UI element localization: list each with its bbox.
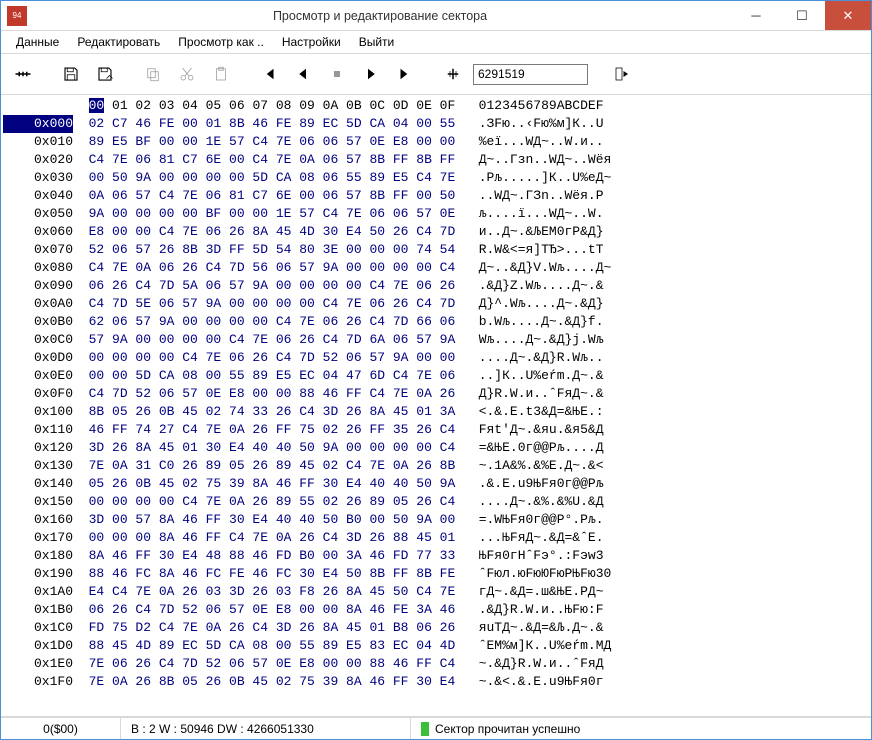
- goto-icon[interactable]: [439, 60, 467, 88]
- status-offset: 0($00): [1, 718, 121, 739]
- hex-row[interactable]: 0x130 7E 0A 31 C0 26 89 05 26 89 45 02 C…: [3, 457, 869, 475]
- save-icon[interactable]: [57, 60, 85, 88]
- titlebar: 94 Просмотр и редактирование сектора ─ ☐…: [1, 1, 871, 31]
- menu-edit[interactable]: Редактировать: [70, 33, 167, 51]
- minimize-button[interactable]: ─: [733, 1, 779, 30]
- exit-icon[interactable]: [608, 60, 636, 88]
- hex-row[interactable]: 0x180 8A 46 FF 30 E4 48 88 46 FD B0 00 3…: [3, 547, 869, 565]
- sector-input[interactable]: [473, 64, 588, 85]
- tool-button-1[interactable]: [9, 60, 37, 88]
- last-icon[interactable]: [391, 60, 419, 88]
- hex-row[interactable]: 0x060 E8 00 00 C4 7E 06 26 8A 45 4D 30 E…: [3, 223, 869, 241]
- prev-icon[interactable]: [289, 60, 317, 88]
- status-led-icon: [421, 722, 429, 736]
- toolbar: [1, 53, 871, 95]
- hex-row[interactable]: 0x1B0 06 26 C4 7D 52 06 57 0E E8 00 00 8…: [3, 601, 869, 619]
- maximize-button[interactable]: ☐: [779, 1, 825, 30]
- hex-row[interactable]: 0x070 52 06 57 26 8B 3D FF 5D 54 80 3E 0…: [3, 241, 869, 259]
- hex-view[interactable]: 00 01 02 03 04 05 06 07 08 09 0A 0B 0C 0…: [1, 95, 871, 717]
- paste-icon[interactable]: [207, 60, 235, 88]
- hex-row[interactable]: 0x0D0 00 00 00 00 C4 7E 06 26 C4 7D 52 0…: [3, 349, 869, 367]
- hex-row[interactable]: 0x080 C4 7E 0A 06 26 C4 7D 56 06 57 9A 0…: [3, 259, 869, 277]
- hex-row[interactable]: 0x020 C4 7E 06 81 C7 6E 00 C4 7E 0A 06 5…: [3, 151, 869, 169]
- statusbar: 0($00) B : 2 W : 50946 DW : 4266051330 С…: [1, 717, 871, 739]
- hex-row[interactable]: 0x0B0 62 06 57 9A 00 00 00 00 C4 7E 06 2…: [3, 313, 869, 331]
- hex-row[interactable]: 0x040 0A 06 57 C4 7E 06 81 C7 6E 00 06 5…: [3, 187, 869, 205]
- hex-row[interactable]: 0x100 8B 05 26 0B 45 02 74 33 26 C4 3D 2…: [3, 403, 869, 421]
- hex-row[interactable]: 0x1D0 88 45 4D 89 EC 5D CA 08 00 55 89 E…: [3, 637, 869, 655]
- window-title: Просмотр и редактирование сектора: [27, 9, 733, 23]
- next-icon[interactable]: [357, 60, 385, 88]
- hex-row[interactable]: 0x150 00 00 00 00 C4 7E 0A 26 89 55 02 2…: [3, 493, 869, 511]
- menu-view-as[interactable]: Просмотр как ..: [171, 33, 271, 51]
- hex-row[interactable]: 0x000 02 C7 46 FE 00 01 8B 46 FE 89 EC 5…: [3, 115, 869, 133]
- hex-row[interactable]: 0x190 88 46 FC 8A 46 FC FE 46 FC 30 E4 5…: [3, 565, 869, 583]
- menu-data[interactable]: Данные: [9, 33, 66, 51]
- menu-settings[interactable]: Настройки: [275, 33, 348, 51]
- hex-row[interactable]: 0x0A0 C4 7D 5E 06 57 9A 00 00 00 00 C4 7…: [3, 295, 869, 313]
- first-icon[interactable]: [255, 60, 283, 88]
- hex-row[interactable]: 0x1A0 E4 C4 7E 0A 26 03 3D 26 03 F8 26 8…: [3, 583, 869, 601]
- hex-row[interactable]: 0x1F0 7E 0A 26 8B 05 26 0B 45 02 75 39 8…: [3, 673, 869, 691]
- hex-row[interactable]: 0x0C0 57 9A 00 00 00 00 C4 7E 06 26 C4 7…: [3, 331, 869, 349]
- hex-row[interactable]: 0x030 00 50 9A 00 00 00 00 5D CA 08 06 5…: [3, 169, 869, 187]
- hex-row[interactable]: 0x0F0 C4 7D 52 06 57 0E E8 00 00 88 46 F…: [3, 385, 869, 403]
- stop-icon[interactable]: [323, 60, 351, 88]
- cut-icon[interactable]: [173, 60, 201, 88]
- hex-row[interactable]: 0x1E0 7E 06 26 C4 7D 52 06 57 0E E8 00 0…: [3, 655, 869, 673]
- hex-row[interactable]: 0x0E0 00 00 5D CA 08 00 55 89 E5 EC 04 4…: [3, 367, 869, 385]
- close-button[interactable]: ✕: [825, 1, 871, 30]
- hex-row[interactable]: 0x1C0 FD 75 D2 C4 7E 0A 26 C4 3D 26 8A 4…: [3, 619, 869, 637]
- hex-row[interactable]: 0x120 3D 26 8A 45 01 30 E4 40 40 50 9A 0…: [3, 439, 869, 457]
- copy-icon[interactable]: [139, 60, 167, 88]
- hex-row[interactable]: 0x110 46 FF 74 27 C4 7E 0A 26 FF 75 02 2…: [3, 421, 869, 439]
- hex-row[interactable]: 0x090 06 26 C4 7D 5A 06 57 9A 00 00 00 0…: [3, 277, 869, 295]
- menu-exit[interactable]: Выйти: [352, 33, 402, 51]
- status-message: Сектор прочитан успешно: [411, 718, 871, 739]
- menubar: Данные Редактировать Просмотр как .. Нас…: [1, 31, 871, 53]
- save-as-icon[interactable]: [91, 60, 119, 88]
- hex-row[interactable]: 0x160 3D 00 57 8A 46 FF 30 E4 40 40 50 B…: [3, 511, 869, 529]
- hex-row[interactable]: 0x170 00 00 00 8A 46 FF C4 7E 0A 26 C4 3…: [3, 529, 869, 547]
- hex-row[interactable]: 0x010 89 E5 BF 00 00 1E 57 C4 7E 06 06 5…: [3, 133, 869, 151]
- hex-row[interactable]: 0x140 05 26 0B 45 02 75 39 8A 46 FF 30 E…: [3, 475, 869, 493]
- app-icon: 94: [7, 6, 27, 26]
- status-values: B : 2 W : 50946 DW : 4266051330: [121, 718, 411, 739]
- hex-row[interactable]: 0x050 9A 00 00 00 00 BF 00 00 1E 57 C4 7…: [3, 205, 869, 223]
